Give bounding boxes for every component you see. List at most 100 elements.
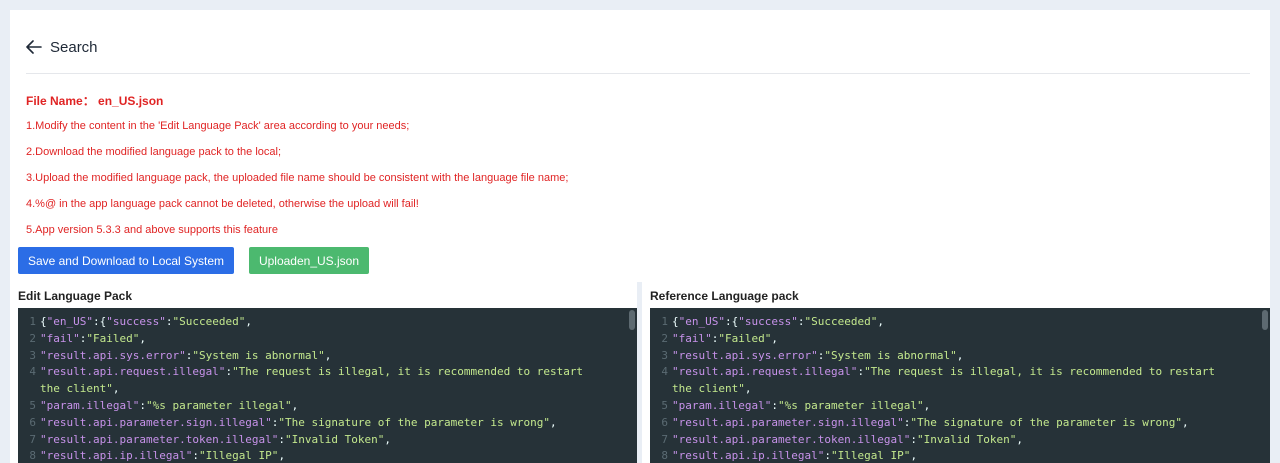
edit-language-editor[interactable]: 1 {"en_US":{"success": "Succeeded", 2 "fail"… (18, 308, 637, 463)
code-token: { (40, 315, 47, 328)
arrow-left-icon (26, 40, 42, 54)
header-divider (26, 73, 1250, 74)
code-line: the client", (650, 381, 1270, 398)
code-token: : (771, 398, 778, 412)
code-token: the client" (40, 382, 113, 396)
code-token: : (139, 398, 146, 412)
line-text: "result.api.ip.illegal":"Illegal IP", (40, 448, 285, 463)
upload-button[interactable]: Uploaden_US.json (249, 247, 369, 274)
code-token: , (139, 331, 146, 345)
line-number (18, 381, 40, 398)
back-link[interactable]: Search (26, 37, 98, 57)
line-text: "result.api.request.illegal":"The reques… (672, 364, 1215, 381)
code-token: "result.api.parameter.token.illegal" (40, 432, 279, 446)
scroll-thumb[interactable] (629, 310, 635, 330)
line-number: 6 (661, 415, 668, 429)
line-number: 3 (29, 348, 36, 362)
language-pack-card: Search File Name： en_US.json 1.Modify th… (10, 10, 1270, 463)
code-token: "fail" (672, 331, 712, 345)
panel-separator (637, 282, 642, 463)
line-number: 5 (661, 398, 668, 412)
code-token: , (744, 382, 752, 396)
line-text: "param.illegal":"%s parameter illegal", (672, 398, 930, 415)
line-text: "result.api.sys.error":"System is abnorm… (40, 348, 331, 365)
code-line: 8 "result.api.ip.illegal":"Illegal IP", (18, 448, 637, 463)
edit-scrollbar[interactable] (627, 308, 637, 463)
line-number: 8 (29, 449, 36, 463)
line-number: 3 (661, 348, 668, 362)
instruction-line: 5.App version 5.3.3 and above supports t… (26, 224, 278, 236)
code-token: , (1016, 432, 1024, 446)
code-token: "Failed" (86, 331, 140, 345)
line-number: 4 (29, 365, 36, 379)
code-token: "%s parameter illegal" (777, 398, 924, 412)
code-token: , (112, 382, 120, 396)
code-token: "Failed" (718, 331, 772, 345)
line-number: 4 (661, 365, 668, 379)
line-number: 5 (29, 398, 36, 412)
instruction-line: 3.Upload the modified language pack, the… (26, 172, 569, 184)
line-text: "result.api.sys.error":"System is abnorm… (672, 348, 963, 365)
code-token: , (923, 398, 931, 412)
code-line: 4 "result.api.request.illegal":"The reque… (18, 364, 637, 381)
code-token: "result.api.request.illegal" (40, 365, 226, 379)
code-line: 1 {"en_US":{"success":"Succeeded", (650, 314, 1270, 331)
code-line: 7 "result.api.parameter.token.illegal":"I… (18, 432, 637, 449)
line-text: "result.api.parameter.token.illegal":"In… (672, 432, 1023, 449)
code-line: 6 "result.api.parameter.sign.illegal":"Th… (650, 415, 1270, 432)
code-token: , (291, 398, 299, 412)
scroll-thumb[interactable] (1262, 310, 1268, 330)
code-token: "result.api.sys.error" (40, 348, 186, 362)
code-token: "result.api.ip.illegal" (672, 449, 825, 463)
code-token: "Illegal IP" (198, 449, 279, 463)
code-token: , (324, 348, 332, 362)
instruction-line: 1.Modify the content in the 'Edit Langua… (26, 120, 410, 132)
code-token: :{ (724, 315, 739, 328)
code-token: "Invalid Token" (285, 432, 385, 446)
code-token: , (278, 449, 286, 463)
line-text: "param.illegal":"%s parameter illegal", (40, 398, 298, 415)
code-token: , (910, 449, 918, 463)
code-token: "%s parameter illegal" (145, 398, 292, 412)
code-token: "result.api.parameter.sign.illegal" (40, 415, 272, 429)
code-line: 3 "result.api.sys.error":"System is abnor… (18, 348, 637, 365)
file-name-label: File Name： en_US.json (26, 94, 164, 108)
code-token: "param.illegal" (40, 398, 140, 412)
code-token: , (549, 415, 557, 429)
edit-code[interactable]: 1 {"en_US":{"success": "Succeeded", 2 "fail"… (18, 308, 637, 463)
line-number: 1 (29, 315, 36, 328)
code-token: "result.api.request.illegal" (672, 365, 858, 379)
line-text: {"en_US":{"success":"Succeeded", (40, 314, 252, 331)
code-token: :{ (92, 315, 107, 328)
instruction-line: 4.%@ in the app language pack cannot be … (26, 198, 419, 210)
code-token: "en_US" (46, 315, 93, 328)
line-text: "result.api.parameter.token.illegal":"In… (40, 432, 391, 449)
code-token: , (956, 348, 964, 362)
reference-scrollbar[interactable] (1260, 308, 1270, 463)
code-token: : (824, 449, 831, 463)
code-token: , (245, 315, 252, 328)
code-token: "The signature of the parameter is wrong… (278, 415, 550, 429)
line-text: the client", (672, 381, 751, 398)
edit-panel-title: Edit Language Pack (18, 289, 133, 303)
line-text: "result.api.parameter.sign.illegal":"The… (40, 415, 557, 432)
line-text: "result.api.parameter.sign.illegal":"The… (672, 415, 1189, 432)
code-token: "en_US" (678, 315, 725, 328)
reference-language-viewer: 1 {"en_US":{"success": "Succeeded", 2 "fail"… (650, 308, 1270, 463)
code-line: 2 "fail":"Failed", (650, 331, 1270, 348)
line-text: "result.api.ip.illegal":"Illegal IP", (672, 448, 917, 463)
code-token: "success" (738, 315, 798, 328)
code-token: "Succeeded" (804, 315, 878, 328)
code-token: "System is abnormal" (824, 348, 957, 362)
code-token: "result.api.parameter.token.illegal" (672, 432, 911, 446)
line-number: 8 (661, 449, 668, 463)
code-line: 5 "param.illegal":"%s parameter illegal", (18, 398, 637, 415)
code-token: , (771, 331, 778, 345)
code-token: "result.api.sys.error" (672, 348, 818, 362)
line-number: 6 (29, 415, 36, 429)
instructions: File Name： en_US.json 1.Modify the conte… (26, 94, 1256, 237)
line-number: 1 (661, 315, 668, 328)
save-download-button[interactable]: Save and Download to Local System (18, 247, 234, 274)
line-number: 7 (661, 432, 668, 446)
code-token: , (384, 432, 392, 446)
